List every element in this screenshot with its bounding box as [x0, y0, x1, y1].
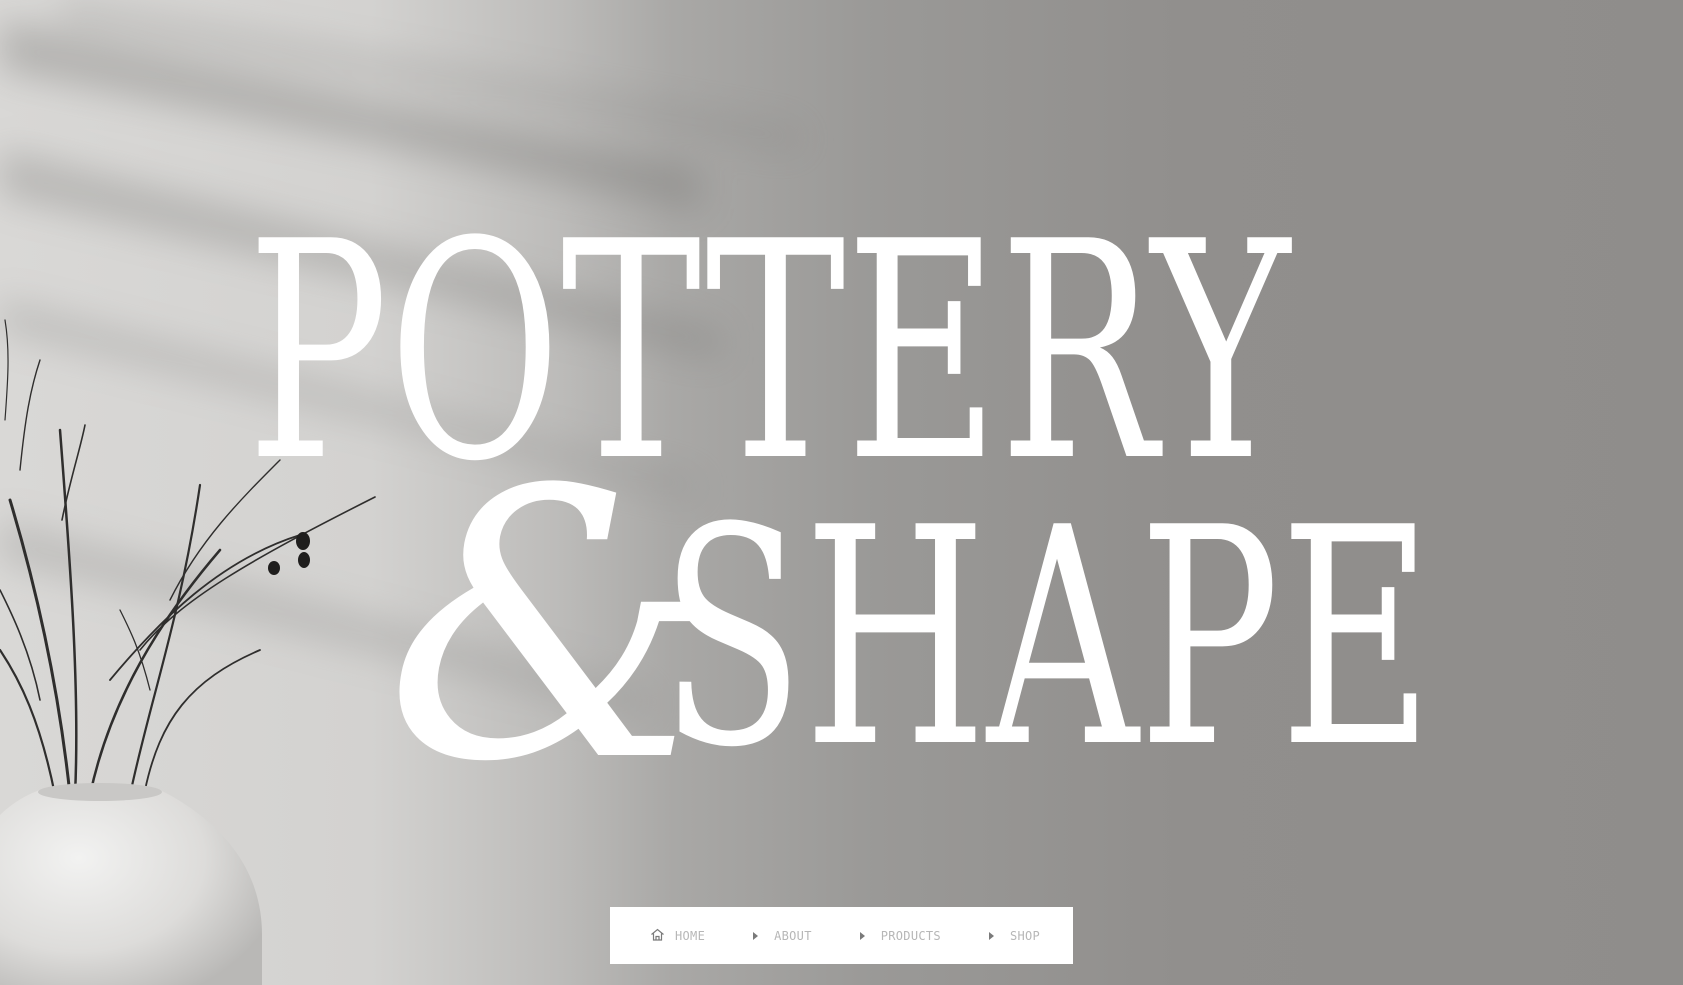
nav-products[interactable]: PRODUCTS	[859, 928, 941, 943]
nav-about-label: ABOUT	[774, 928, 812, 943]
hero-title: POTTERY & SHAPE	[247, 178, 1433, 843]
nav-shop-label: SHOP	[1009, 928, 1041, 943]
nav-products-label: PRODUCTS	[880, 928, 941, 943]
caret-right-icon	[859, 931, 865, 940]
caret-right-icon	[753, 931, 759, 940]
bottom-navigation: HOME ABOUT PRODUCTS SHOP	[610, 907, 1073, 964]
vase-with-branches-image	[0, 319, 376, 985]
nav-shop[interactable]: SHOP	[988, 928, 1041, 943]
caret-right-icon	[988, 931, 994, 940]
nav-home-label: HOME	[675, 928, 706, 943]
home-icon	[650, 928, 665, 944]
hero-title-line1: POTTERY	[247, 178, 1292, 527]
hero-title-line2: SHAPE	[660, 464, 1433, 813]
nav-about[interactable]: ABOUT	[753, 929, 812, 943]
ampersand-glyph: &	[385, 413, 714, 843]
window-shadow-overlay	[0, 0, 800, 720]
hero-section: POTTERY & SHAPE HOME ABOUT PRODUCTS SHOP	[0, 0, 1683, 985]
nav-home[interactable]: HOME	[650, 928, 705, 944]
